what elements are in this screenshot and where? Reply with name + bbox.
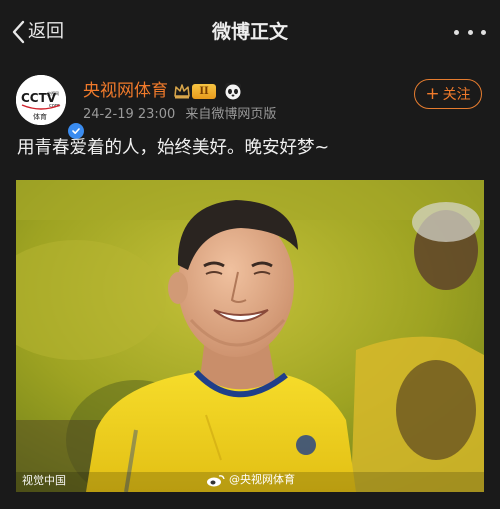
more-dot-icon	[467, 29, 473, 35]
cctv-logo: CCTV 央视网 com 体育	[16, 75, 66, 125]
avatar[interactable]: CCTV 央视网 com 体育	[16, 75, 86, 141]
post-text: 用青春爱着的人，始终美好。晚安好梦~	[17, 138, 330, 158]
svg-text:体育: 体育	[33, 112, 47, 121]
watermark-weibo: @央视网体育	[206, 473, 295, 487]
post-time: 24-2-19 23:00	[83, 107, 176, 122]
post-photo[interactable]: 视觉中国 @央视网体育	[16, 180, 484, 492]
crown-icon	[173, 82, 191, 100]
top-nav-bar: 返回 微博正文	[0, 0, 500, 62]
more-dot-icon	[454, 29, 459, 35]
more-dot-icon	[481, 29, 486, 35]
panda-icon	[224, 82, 242, 100]
plus-icon: +	[425, 84, 440, 104]
post-meta: 24-2-19 23:00 来自微博网页版	[83, 107, 276, 123]
post-header: CCTV 央视网 com 体育 央视网体育 II 24-2-19 23:00 来…	[0, 62, 500, 141]
watermark-vcg: 视觉中国	[22, 474, 66, 487]
level-badge: II	[192, 83, 216, 99]
user-badges: II	[173, 81, 242, 101]
more-options-button[interactable]	[454, 17, 486, 47]
post-source: 来自微博网页版	[185, 107, 277, 122]
username[interactable]: 央视网体育	[83, 80, 168, 102]
weibo-logo-icon	[206, 473, 226, 487]
svg-text:央视网: 央视网	[47, 90, 59, 96]
watermark-text: @央视网体育	[229, 473, 295, 486]
photo-image	[16, 180, 484, 492]
page-title: 微博正文	[211, 21, 288, 43]
follow-label: 关注	[442, 87, 471, 103]
follow-button[interactable]: + 关注	[414, 79, 482, 109]
